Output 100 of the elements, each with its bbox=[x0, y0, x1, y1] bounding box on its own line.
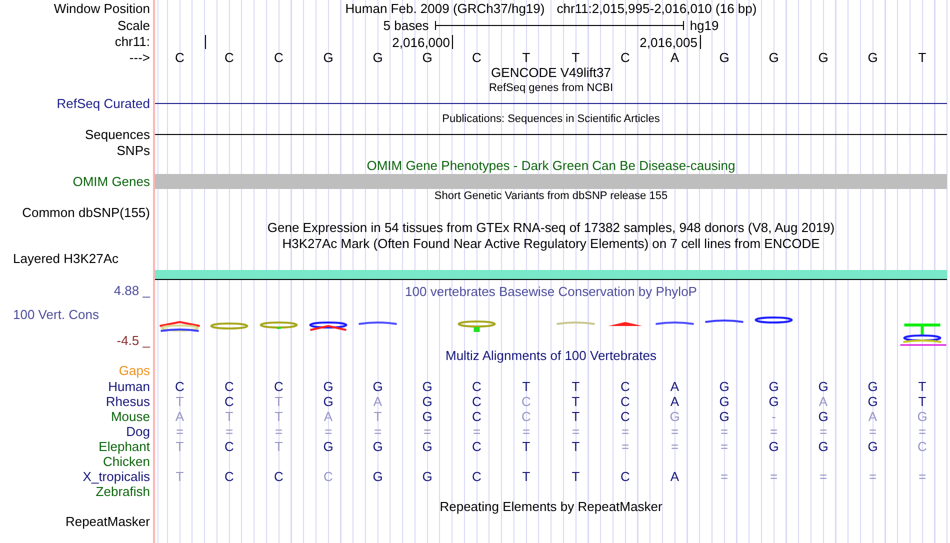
base-letter: = bbox=[621, 438, 630, 454]
base-letter: = bbox=[918, 468, 926, 484]
track-label[interactable]: SNPs bbox=[116, 142, 150, 158]
base-letter: T bbox=[176, 468, 184, 484]
track-label[interactable]: Elephant bbox=[98, 438, 150, 454]
base-letter: = bbox=[819, 424, 828, 438]
base-letter: C bbox=[274, 468, 284, 484]
base-letter: G bbox=[768, 394, 779, 408]
track-label[interactable]: Chicken bbox=[103, 454, 150, 468]
base-letter: T bbox=[572, 408, 580, 424]
base-letter: G bbox=[719, 394, 730, 408]
base-letter: G bbox=[719, 50, 730, 65]
base-letter: G bbox=[868, 394, 878, 408]
base-letter: G bbox=[323, 378, 334, 394]
base-letter: G bbox=[422, 50, 432, 65]
base-letter: C bbox=[224, 50, 234, 65]
base-letter: T bbox=[176, 394, 184, 408]
base-letter: G bbox=[768, 50, 779, 65]
base-letter: = bbox=[720, 424, 728, 438]
base-letter: = bbox=[374, 424, 382, 438]
base-letter: G bbox=[868, 438, 878, 454]
base-letter: C bbox=[522, 394, 531, 408]
track-label[interactable]: Mouse bbox=[110, 408, 150, 424]
base-letter: C bbox=[620, 394, 630, 408]
track-title: OMIM Gene Phenotypes - Dark Green Can Be Disease-causing bbox=[366, 158, 736, 174]
base-letter: G bbox=[818, 50, 828, 65]
base-letter: C bbox=[472, 50, 482, 65]
base-letter: A bbox=[670, 378, 680, 394]
track-caption: Publications: Sequences in Scientific Articles bbox=[442, 112, 660, 127]
assembly-title: Human Feb. 2009 (GRCh37/hg19) bbox=[345, 1, 545, 16]
track-label[interactable]: Sequences bbox=[84, 127, 150, 142]
base-letter: C bbox=[472, 408, 482, 424]
track-label[interactable]: Dog bbox=[126, 424, 150, 438]
base-letter: C bbox=[274, 378, 284, 394]
base-letter: = bbox=[423, 424, 432, 438]
base-letter: C bbox=[175, 378, 184, 394]
base-letter: = bbox=[918, 424, 926, 438]
track-label[interactable]: Layered H3K27Ac bbox=[13, 251, 119, 266]
track-label[interactable]: OMIM Genes bbox=[72, 174, 150, 189]
base-letter: T bbox=[522, 50, 530, 65]
base-letter: C bbox=[472, 378, 482, 394]
axis-max-label: 4.88 _ bbox=[114, 282, 150, 298]
track-caption: Short Genetic Variants from dbSNP release 155 bbox=[434, 189, 668, 204]
base-letter: = bbox=[720, 468, 728, 484]
track-title: Gene Expression in 54 tissues from GTEx RNA-seq of 17382 samples, 948 donors (V8, Aug 2019) bbox=[267, 220, 835, 236]
base-letter: G bbox=[818, 408, 828, 424]
track-label[interactable]: Common dbSNP(155) bbox=[22, 204, 150, 220]
base-letter: T bbox=[572, 468, 580, 484]
scale-label: 5 bases bbox=[383, 18, 429, 32]
track-label[interactable]: ---> bbox=[129, 50, 150, 65]
base-letter: = bbox=[324, 424, 332, 438]
base-letter: C bbox=[620, 50, 630, 65]
track-label[interactable]: RepeatMasker bbox=[65, 514, 150, 530]
track-line[interactable] bbox=[155, 103, 947, 104]
base-letter: C bbox=[620, 468, 630, 484]
base-letter: = bbox=[225, 424, 234, 438]
base-letter: = bbox=[572, 424, 580, 438]
base-letter: G bbox=[818, 378, 828, 394]
base-letter: C bbox=[175, 50, 184, 65]
base-letter: = bbox=[720, 438, 728, 454]
track-label[interactable]: chr11: bbox=[114, 34, 150, 49]
base-letter: A bbox=[670, 394, 680, 408]
base-letter: C bbox=[224, 468, 234, 484]
track-label[interactable]: Window Position bbox=[54, 1, 150, 16]
track-label[interactable]: Human bbox=[108, 378, 150, 394]
base-letter: G bbox=[917, 408, 928, 424]
base-letter: G bbox=[818, 438, 828, 454]
base-letter: = bbox=[274, 424, 283, 438]
track-label[interactable]: 100 Vert. Cons bbox=[13, 306, 99, 322]
base-letter: = bbox=[621, 424, 630, 438]
track-caption: RefSeq genes from NCBI bbox=[488, 80, 614, 96]
track-title: H3K27Ac Mark (Often Found Near Active Regulatory Elements) on 7 cell lines from ENCODE bbox=[282, 236, 820, 251]
base-letter: G bbox=[768, 438, 779, 454]
track-title: Repeating Elements by RepeatMasker bbox=[440, 498, 662, 514]
base-letter: T bbox=[225, 408, 234, 424]
base-letter: T bbox=[918, 394, 926, 408]
track-label[interactable]: Scale bbox=[117, 18, 150, 32]
base-letter: G bbox=[719, 378, 730, 394]
base-letter: - bbox=[772, 408, 776, 424]
track-bar[interactable] bbox=[155, 174, 947, 189]
signal-band[interactable] bbox=[155, 270, 947, 280]
base-letter: = bbox=[522, 424, 530, 438]
track-label[interactable]: RefSeq Curated bbox=[56, 96, 150, 112]
assembly-label: hg19 bbox=[690, 18, 719, 32]
track-label[interactable]: Zebrafish bbox=[96, 484, 150, 498]
base-letter: = bbox=[770, 468, 778, 484]
base-letter: C bbox=[224, 378, 234, 394]
base-letter: G bbox=[422, 378, 432, 394]
base-letter: T bbox=[918, 50, 926, 65]
base-letter: C bbox=[472, 438, 482, 454]
base-letter: = bbox=[819, 468, 828, 484]
track-line[interactable] bbox=[155, 134, 947, 136]
base-letter: G bbox=[323, 394, 334, 408]
position-text: chr11:2,015,995-2,016,010 (16 bp) bbox=[556, 1, 757, 16]
base-letter: = bbox=[770, 424, 778, 438]
track-label[interactable]: Rhesus bbox=[106, 394, 150, 408]
base-letter: T bbox=[374, 408, 382, 424]
base-letter: C bbox=[224, 438, 234, 454]
base-letter: A bbox=[175, 408, 184, 424]
track-label[interactable]: X_tropicalis bbox=[82, 468, 150, 484]
